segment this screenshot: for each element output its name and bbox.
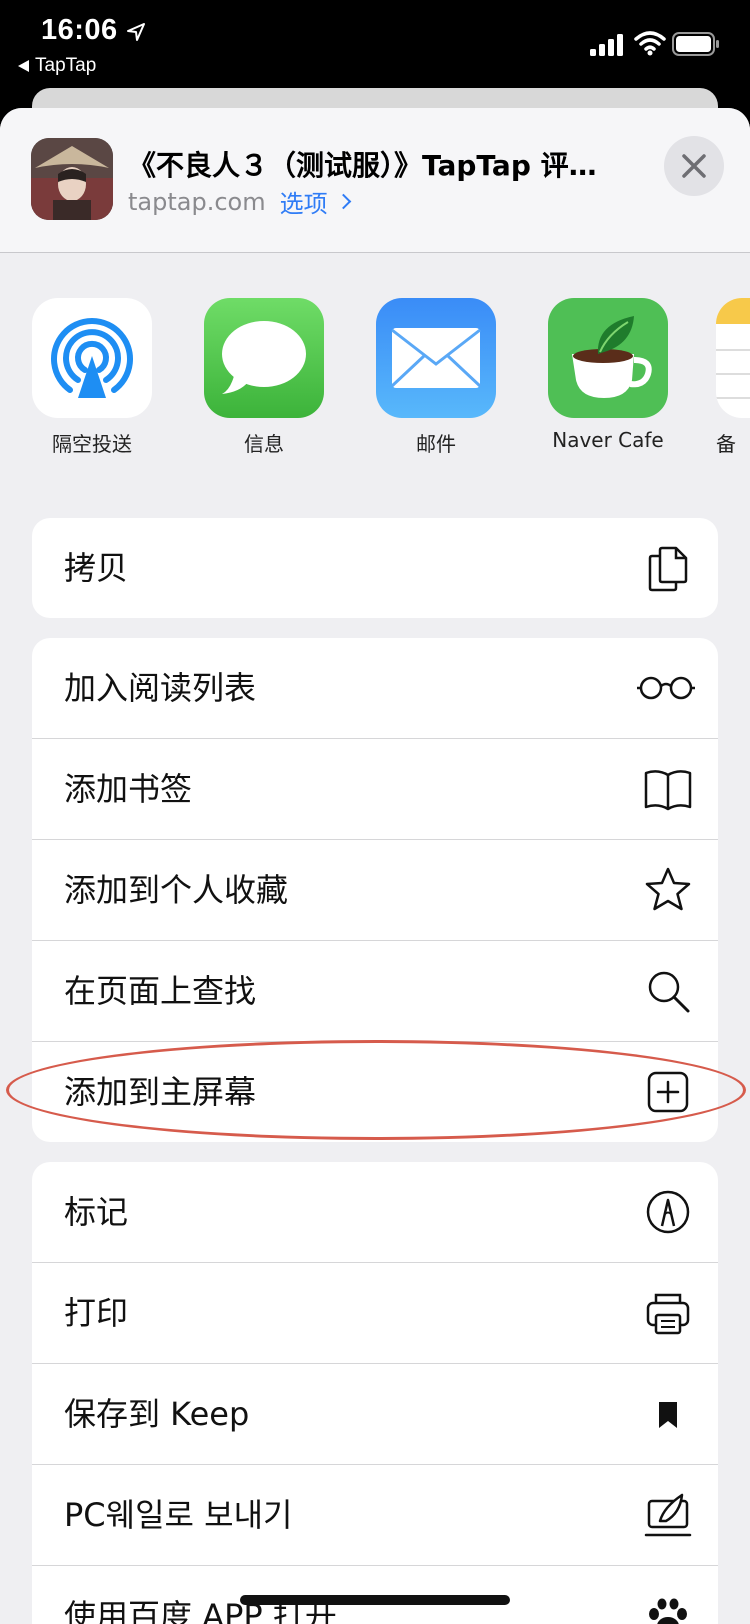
action-label: 添加到主屏幕 [64, 1073, 257, 1111]
page-thumbnail [31, 138, 113, 220]
action-add-to-home-screen[interactable]: 添加到主屏幕 [32, 1042, 718, 1142]
action-group-more: 标记 打印 保存到 Keep PC웨일로 보내기 使用百度 APP 打开 [32, 1162, 718, 1624]
battery-icon [672, 32, 719, 56]
bookmark-icon [659, 1402, 677, 1428]
location-arrow-icon [127, 23, 145, 41]
share-header: 《不良人３（测试服）》TapTap 评… taptap.com 选项 [0, 108, 750, 253]
action-label: 标记 [64, 1193, 129, 1231]
app-label: Naver Cafe [552, 428, 664, 452]
options-button[interactable]: 选项 [279, 184, 351, 219]
action-label: PC웨일로 보내기 [64, 1496, 293, 1534]
action-markup[interactable]: 标记 [32, 1162, 718, 1263]
action-label: 拷贝 [64, 549, 129, 587]
status-bar: 16:06 TapTap [0, 0, 750, 88]
app-label: 信息 [244, 432, 284, 456]
app-naver-cafe[interactable]: Naver Cafe [522, 298, 694, 452]
action-label: 保存到 Keep [64, 1395, 250, 1433]
action-copy[interactable]: 拷贝 [32, 518, 718, 618]
copy-icon [648, 546, 688, 592]
wifi-icon [634, 31, 666, 56]
share-apps-row: 隔空投送 信息 邮件 Naver Cafe 备 [0, 298, 750, 458]
action-label: 加入阅读列表 [64, 669, 257, 707]
page-domain: taptap.com [128, 187, 266, 216]
back-triangle-icon [18, 60, 29, 72]
app-airdrop[interactable]: 隔空投送 [6, 298, 178, 457]
close-icon [682, 154, 706, 178]
action-add-favorites[interactable]: 添加到个人收藏 [32, 840, 718, 941]
action-label: 在页面上查找 [64, 972, 257, 1010]
chevron-right-icon [335, 193, 351, 210]
paw-icon [649, 1598, 687, 1624]
action-send-to-pc-whale[interactable]: PC웨일로 보내기 [32, 1465, 718, 1566]
action-label: 添加书签 [64, 770, 193, 808]
search-icon [648, 971, 690, 1013]
printer-icon [646, 1293, 690, 1335]
app-label: 备 [716, 432, 736, 456]
page-title: 《不良人３（测试服）》TapTap 评… [128, 149, 597, 182]
add-square-icon [647, 1071, 689, 1113]
action-group-copy: 拷贝 [32, 518, 718, 618]
action-find-on-page[interactable]: 在页面上查找 [32, 941, 718, 1042]
book-icon [644, 770, 692, 811]
glasses-icon [637, 676, 695, 700]
star-icon [645, 867, 691, 911]
action-label: 添加到个人收藏 [64, 871, 289, 909]
messages-icon [204, 298, 324, 418]
markup-icon [646, 1190, 690, 1234]
cellular-signal-icon [590, 34, 623, 56]
action-print[interactable]: 打印 [32, 1263, 718, 1364]
home-indicator[interactable] [240, 1595, 510, 1605]
app-messages[interactable]: 信息 [178, 298, 350, 457]
action-group-page: 加入阅读列表 添加书签 添加到个人收藏 在页面上查找 添加到主屏幕 [32, 638, 718, 1142]
naver-cafe-icon [548, 298, 668, 418]
back-app-label: TapTap [35, 55, 97, 76]
notes-icon [716, 298, 750, 418]
app-label: 邮件 [416, 432, 456, 456]
share-sheet: 《不良人３（测试服）》TapTap 评… taptap.com 选项 隔空投送 … [0, 108, 750, 1624]
app-label: 隔空投送 [52, 432, 132, 456]
airdrop-icon [32, 298, 152, 418]
app-notes[interactable]: 备 [716, 298, 750, 457]
action-reading-list[interactable]: 加入阅读列表 [32, 638, 718, 739]
app-mail[interactable]: 邮件 [350, 298, 522, 457]
back-to-app-button[interactable]: TapTap [18, 55, 96, 77]
page-subtitle: taptap.com 选项 [128, 184, 351, 219]
mail-icon [376, 298, 496, 418]
close-button[interactable] [664, 136, 724, 196]
action-label: 打印 [64, 1294, 129, 1332]
game-character-image-icon [31, 138, 113, 220]
action-add-bookmark[interactable]: 添加书签 [32, 739, 718, 840]
options-label: 选项 [279, 190, 328, 218]
action-save-to-keep[interactable]: 保存到 Keep [32, 1364, 718, 1465]
whale-send-icon [644, 1493, 692, 1537]
status-time: 16:06 [41, 14, 118, 46]
